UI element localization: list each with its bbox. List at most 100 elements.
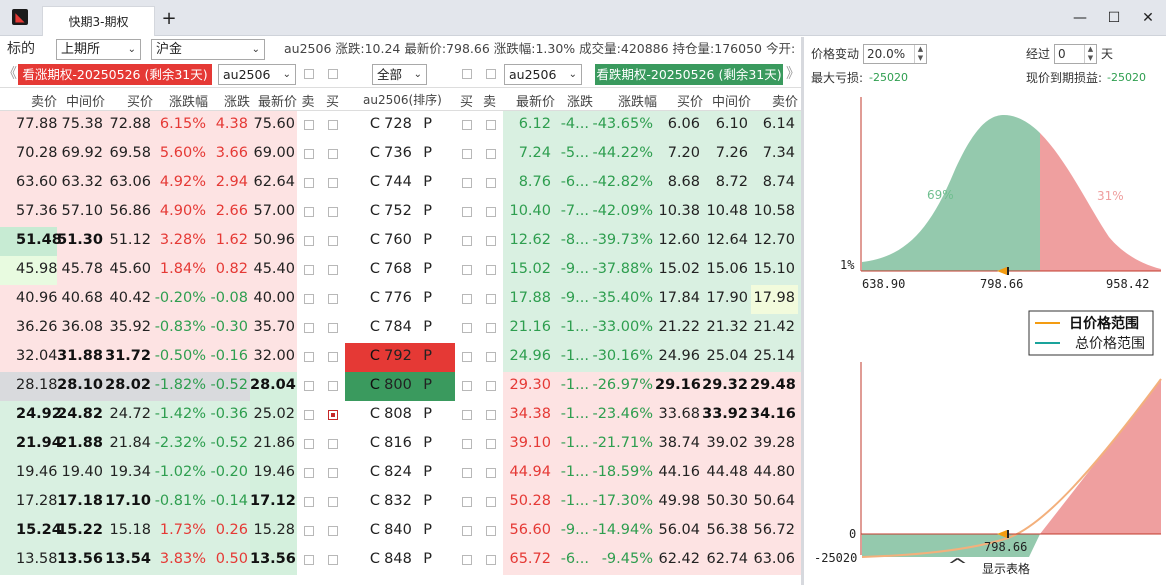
cell-c-pct[interactable]: 1.73% [153,522,206,538]
strike-put-marker[interactable]: P [418,377,432,393]
cell-c-last[interactable]: 35.70 [250,319,295,335]
cell-p-pct[interactable]: -18.59% [591,464,653,480]
strike-call-marker[interactable]: C [366,522,380,538]
table-row[interactable]: 13.58 13.56 13.54 3.83% 0.50 13.56 65.72 -6... -… [0,546,802,575]
cell-c-bid[interactable]: 15.18 [105,522,151,538]
table-row[interactable]: 40.96 40.68 40.42 -0.20% -0.08 40.00 17.88 -9..… [0,285,802,314]
put-sell-checkbox[interactable] [486,381,496,391]
strike-call-marker[interactable]: C [366,145,380,161]
cell-p-chg[interactable]: -1... [553,377,589,393]
put-buy-checkbox[interactable] [462,207,472,217]
strike-put-marker[interactable]: P [418,261,432,277]
strike-call-marker[interactable]: C [366,261,380,277]
cell-p-ask[interactable]: 56.72 [750,522,795,538]
cell-p-last[interactable]: 50.28 [503,493,551,509]
cell-p-bid[interactable]: 49.98 [655,493,700,509]
cell-c-pct[interactable]: -0.20% [153,290,206,306]
cell-p-bid[interactable]: 38.74 [655,435,700,451]
cell-p-last[interactable]: 29.30 [503,377,551,393]
put-buy-checkbox[interactable] [462,265,472,275]
cell-p-chg[interactable]: -9... [553,290,589,306]
cell-p-mid[interactable]: 15.06 [702,261,748,277]
cell-c-chg[interactable]: -0.16 [208,348,248,364]
cell-c-chg[interactable]: 2.94 [208,174,248,190]
cell-p-ask[interactable]: 50.64 [750,493,795,509]
cell-c-mid[interactable]: 57.10 [57,203,103,219]
cell-p-pct[interactable]: -33.00% [591,319,653,335]
product-select[interactable]: 沪金 ⌄ [151,39,265,60]
cell-p-mid[interactable]: 33.92 [702,406,748,422]
cell-p-ask[interactable]: 15.10 [750,261,795,277]
call-sell-checkbox[interactable] [304,323,314,333]
cell-p-mid[interactable]: 62.74 [702,551,748,567]
cell-c-ask[interactable]: 70.28 [16,145,58,161]
cell-c-ask[interactable]: 13.58 [16,551,58,567]
table-row[interactable]: 77.88 75.38 72.88 6.15% 4.38 75.60 6.12 -4... -4… [0,111,802,140]
strike-call-marker[interactable]: C [366,435,380,451]
cell-p-ask[interactable]: 39.28 [750,435,795,451]
put-sell-checkbox[interactable] [486,323,496,333]
cell-c-last[interactable]: 40.00 [250,290,295,306]
put-sell-checkbox[interactable] [486,410,496,420]
cell-c-chg[interactable]: 1.62 [208,232,248,248]
put-buy-checkbox[interactable] [462,236,472,246]
call-sell-checkbox[interactable] [304,468,314,478]
cell-c-pct[interactable]: -1.82% [153,377,206,393]
cell-c-chg[interactable]: -0.52 [208,377,248,393]
cell-c-last[interactable]: 17.12 [250,493,296,509]
cell-p-bid[interactable]: 56.04 [655,522,700,538]
cell-p-last[interactable]: 24.96 [503,348,551,364]
cell-p-last[interactable]: 8.76 [503,174,551,190]
cell-c-chg[interactable]: -0.36 [208,406,248,422]
cell-c-ask[interactable]: 28.18 [16,377,58,393]
call-buy-checkbox[interactable] [328,323,338,333]
table-row[interactable]: 45.98 45.78 45.60 1.84% 0.82 45.40 15.02 -9... -… [0,256,802,285]
cell-p-ask[interactable]: 44.80 [750,464,795,480]
cell-p-bid[interactable]: 17.84 [655,290,700,306]
cell-p-pct[interactable]: -42.82% [591,174,653,190]
cell-p-bid[interactable]: 6.06 [655,116,700,132]
call-sell-checkbox[interactable] [304,439,314,449]
cell-p-mid[interactable]: 44.48 [702,464,748,480]
put-buy-checkbox[interactable] [462,497,472,507]
strike-put-marker[interactable]: P [418,522,432,538]
cell-c-ask[interactable]: 32.04 [16,348,58,364]
cell-p-pct[interactable]: -26.97% [591,377,653,393]
cell-c-bid[interactable]: 19.34 [105,464,151,480]
strike-put-marker[interactable]: P [418,348,432,364]
put-sell-checkbox[interactable] [486,120,496,130]
cell-c-mid[interactable]: 17.18 [57,493,103,509]
put-sell-checkbox[interactable] [486,294,496,304]
cell-c-mid[interactable]: 28.10 [57,377,103,393]
cell-p-pct[interactable]: -14.94% [591,522,653,538]
put-buy-checkbox[interactable] [462,410,472,420]
call-sell-checkbox[interactable] [304,497,314,507]
put-buy-checkbox[interactable] [462,178,472,188]
price-change-input[interactable]: 20.0% ▲ ▼ [863,44,927,64]
cell-c-bid[interactable]: 28.02 [105,377,151,393]
cell-c-ask[interactable]: 24.92 [16,406,62,422]
cell-c-mid[interactable]: 63.32 [57,174,103,190]
cell-c-last[interactable]: 32.00 [250,348,295,364]
cell-p-chg[interactable]: -9... [553,522,589,538]
cell-c-pct[interactable]: -0.83% [153,319,206,335]
strike-put-marker[interactable]: P [418,232,432,248]
cell-p-mid[interactable]: 8.72 [702,174,748,190]
cell-p-mid[interactable]: 25.04 [702,348,748,364]
put-sell-checkbox[interactable] [486,236,496,246]
table-row[interactable]: 32.04 31.88 31.72 -0.50% -0.16 32.00 24.96 -1..… [0,343,802,372]
call-buy-checkbox[interactable] [328,468,338,478]
cell-p-ask[interactable]: 6.14 [750,116,795,132]
cell-c-chg[interactable]: 0.50 [208,551,248,567]
cell-p-mid[interactable]: 10.48 [702,203,748,219]
cell-c-last[interactable]: 57.00 [250,203,295,219]
spinner-icon[interactable]: ▲ ▼ [914,45,926,63]
cell-c-ask[interactable]: 63.60 [16,174,58,190]
cell-c-last[interactable]: 69.00 [250,145,295,161]
cell-c-mid[interactable]: 75.38 [57,116,103,132]
add-tab-button[interactable]: + [160,6,178,32]
cell-p-pct[interactable]: -23.46% [591,406,653,422]
table-row[interactable]: 57.36 57.10 56.86 4.90% 2.66 57.00 10.40 -7... -… [0,198,802,227]
cell-p-ask[interactable]: 12.70 [750,232,795,248]
cell-c-mid[interactable]: 69.92 [57,145,103,161]
